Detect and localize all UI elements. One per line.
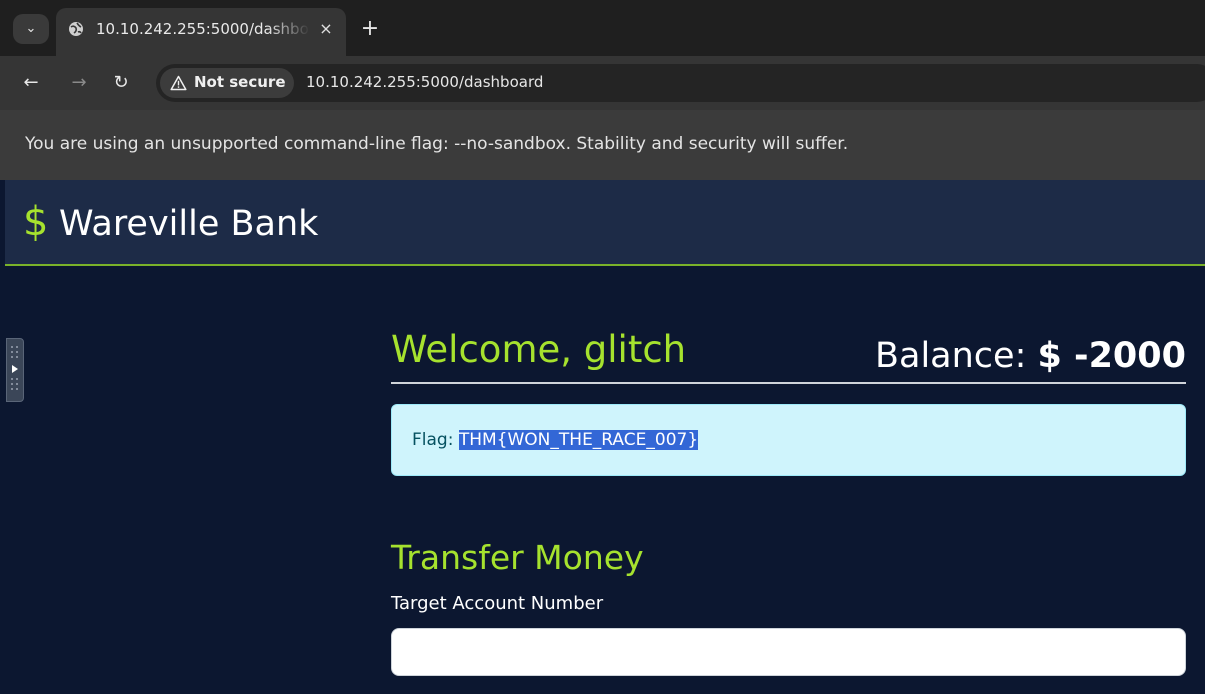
brand-name[interactable]: Wareville Bank (59, 202, 318, 246)
balance-value: $ -2000 (1037, 336, 1186, 376)
sidebar-toggle-icon[interactable] (6, 338, 24, 402)
heading-divider (391, 382, 1186, 384)
grip-dots-icon (11, 346, 18, 390)
unsupported-flag-infobar: You are using an unsupported command-lin… (0, 110, 1205, 180)
transfer-heading: Transfer Money (391, 538, 644, 577)
dollar-icon[interactable]: $ (23, 198, 48, 246)
browser-tab-strip: ⌄ 10.10.242.255:5000/dashboard × + (0, 0, 1205, 56)
welcome-heading: Welcome, glitch (391, 328, 687, 371)
url-text[interactable]: 10.10.242.255:5000/dashboard (306, 73, 543, 91)
back-arrow-icon[interactable]: ← (16, 68, 46, 98)
flag-value[interactable]: THM{WON_THE_RACE_007} (458, 430, 699, 450)
plus-icon[interactable]: + (358, 16, 382, 42)
browser-tab-active[interactable]: 10.10.242.255:5000/dashboard × (56, 8, 346, 56)
browser-toolbar: ← → ↻ Not secure 10.10.242.255:5000/dash… (0, 56, 1205, 110)
address-bar[interactable]: Not secure 10.10.242.255:5000/dashboard (156, 64, 1205, 102)
target-account-input[interactable] (391, 628, 1186, 676)
tab-search-button[interactable]: ⌄ (13, 14, 49, 44)
flag-alert: Flag: THM{WON_THE_RACE_007} (391, 404, 1186, 476)
infobar-message: You are using an unsupported command-lin… (25, 134, 849, 154)
reload-icon[interactable]: ↻ (106, 68, 136, 98)
security-indicator[interactable]: Not secure (160, 68, 294, 98)
page-content: $ Wareville Bank Welcome, glitch Balance… (0, 180, 1205, 694)
site-navbar: $ Wareville Bank (5, 180, 1205, 266)
tab-title: 10.10.242.255:5000/dashboard (96, 20, 310, 38)
flag-label: Flag: (412, 430, 454, 450)
close-icon[interactable]: × (315, 18, 337, 40)
warning-icon (170, 75, 187, 91)
balance-label: Balance: (874, 336, 1027, 376)
target-account-label: Target Account Number (391, 593, 604, 614)
balance-display: Balance: $ -2000 (875, 334, 1186, 378)
flag-text: Flag: THM{WON_THE_RACE_007} (412, 430, 699, 450)
chevron-down-icon: ⌄ (25, 21, 37, 36)
forward-arrow-icon[interactable]: → (64, 68, 94, 98)
security-label: Not secure (194, 73, 286, 91)
globe-icon (69, 22, 83, 36)
